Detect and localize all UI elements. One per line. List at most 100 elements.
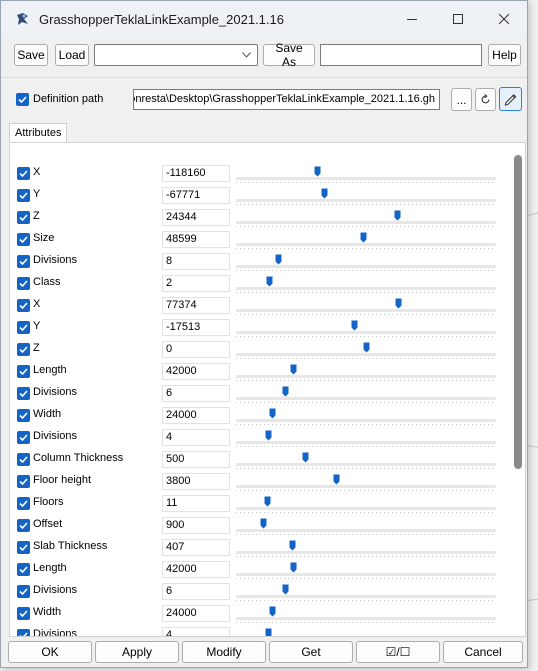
modify-button[interactable]: Modify <box>182 641 266 663</box>
attribute-value-input[interactable]: 900 <box>162 517 230 534</box>
slider-thumb[interactable] <box>282 386 289 397</box>
attribute-checkbox[interactable] <box>17 167 30 180</box>
attribute-checkbox[interactable] <box>17 453 30 466</box>
slider-thumb[interactable] <box>351 320 358 331</box>
attribute-slider[interactable] <box>236 603 496 625</box>
slider-thumb[interactable] <box>289 540 296 551</box>
save-as-button[interactable]: Save As <box>263 41 315 69</box>
attribute-value-input[interactable]: 24344 <box>162 209 230 226</box>
attribute-checkbox[interactable] <box>17 431 30 444</box>
reload-button[interactable] <box>475 88 496 111</box>
attribute-value-input[interactable]: 4 <box>162 429 230 446</box>
attribute-value-input[interactable]: 42000 <box>162 363 230 380</box>
slider-thumb[interactable] <box>290 364 297 375</box>
get-button[interactable]: Get <box>269 641 353 663</box>
slider-thumb[interactable] <box>360 232 367 243</box>
apply-button[interactable]: Apply <box>95 641 179 663</box>
slider-thumb[interactable] <box>395 298 402 309</box>
attribute-value-input[interactable]: 42000 <box>162 561 230 578</box>
attribute-value-input[interactable]: 407 <box>162 539 230 556</box>
attribute-slider[interactable] <box>236 361 496 383</box>
maximize-button[interactable] <box>435 1 481 37</box>
attribute-slider[interactable] <box>236 295 496 317</box>
attribute-value-input[interactable]: 77374 <box>162 297 230 314</box>
attribute-checkbox[interactable] <box>17 497 30 510</box>
title-bar[interactable]: GrasshopperTeklaLinkExample_2021.1.16 <box>1 1 527 37</box>
attribute-slider[interactable] <box>236 273 496 295</box>
save-as-name-input[interactable] <box>320 44 482 66</box>
attribute-slider[interactable] <box>236 251 496 273</box>
slider-thumb[interactable] <box>269 606 276 617</box>
attribute-value-input[interactable]: 48599 <box>162 231 230 248</box>
attribute-slider[interactable] <box>236 625 496 637</box>
attribute-checkbox[interactable] <box>17 409 30 422</box>
slider-thumb[interactable] <box>269 408 276 419</box>
attribute-slider[interactable] <box>236 207 496 229</box>
save-button[interactable]: Save <box>14 44 48 66</box>
close-button[interactable] <box>481 1 527 37</box>
attribute-checkbox[interactable] <box>17 519 30 532</box>
attribute-checkbox[interactable] <box>17 255 30 268</box>
attribute-value-input[interactable]: 8 <box>162 253 230 270</box>
vertical-scrollbar[interactable] <box>514 155 522 469</box>
attribute-value-input[interactable]: 11 <box>162 495 230 512</box>
attribute-slider[interactable] <box>236 185 496 207</box>
help-button[interactable]: Help <box>488 44 521 66</box>
attribute-slider[interactable] <box>236 163 496 185</box>
attribute-checkbox[interactable] <box>17 189 30 202</box>
cancel-button[interactable]: Cancel <box>443 641 523 663</box>
attribute-slider[interactable] <box>236 581 496 603</box>
attribute-value-input[interactable]: -17513 <box>162 319 230 336</box>
attribute-checkbox[interactable] <box>17 585 30 598</box>
attribute-value-input[interactable]: 3800 <box>162 473 230 490</box>
slider-thumb[interactable] <box>314 166 321 177</box>
attribute-checkbox[interactable] <box>17 343 30 356</box>
attribute-checkbox[interactable] <box>17 211 30 224</box>
slider-thumb[interactable] <box>302 452 309 463</box>
tab-attributes[interactable]: Attributes <box>9 123 68 142</box>
attribute-checkbox[interactable] <box>17 475 30 488</box>
attribute-value-input[interactable]: 6 <box>162 583 230 600</box>
attribute-value-input[interactable]: 24000 <box>162 407 230 424</box>
slider-thumb[interactable] <box>394 210 401 221</box>
attribute-value-input[interactable]: 4 <box>162 627 230 636</box>
attribute-value-input[interactable]: -67771 <box>162 187 230 204</box>
attribute-slider[interactable] <box>236 493 496 515</box>
load-button[interactable]: Load <box>55 44 89 66</box>
browse-button[interactable]: ... <box>451 88 472 111</box>
attribute-slider[interactable] <box>236 229 496 251</box>
attribute-checkbox[interactable] <box>17 563 30 576</box>
slider-thumb[interactable] <box>282 584 289 595</box>
attribute-checkbox[interactable] <box>17 321 30 334</box>
attribute-value-input[interactable]: -118160 <box>162 165 230 182</box>
attribute-checkbox[interactable] <box>17 365 30 378</box>
attribute-checkbox[interactable] <box>17 299 30 312</box>
definition-path-checkbox[interactable] <box>16 93 29 106</box>
attribute-checkbox[interactable] <box>17 233 30 246</box>
definition-path-input[interactable]: Conresta\Desktop\GrasshopperTeklaLinkExa… <box>133 89 440 110</box>
attribute-slider[interactable] <box>236 317 496 339</box>
attribute-slider[interactable] <box>236 405 496 427</box>
ok-button[interactable]: OK <box>8 641 92 663</box>
attribute-slider[interactable] <box>236 515 496 537</box>
slider-thumb[interactable] <box>363 342 370 353</box>
slider-thumb[interactable] <box>265 430 272 441</box>
slider-thumb[interactable] <box>260 518 267 529</box>
attribute-checkbox[interactable] <box>17 277 30 290</box>
attribute-value-input[interactable]: 6 <box>162 385 230 402</box>
attribute-checkbox[interactable] <box>17 541 30 554</box>
slider-thumb[interactable] <box>266 276 273 287</box>
attribute-slider[interactable] <box>236 383 496 405</box>
slider-thumb[interactable] <box>290 562 297 573</box>
attribute-value-input[interactable]: 0 <box>162 341 230 358</box>
attribute-value-input[interactable]: 2 <box>162 275 230 292</box>
slider-thumb[interactable] <box>264 496 271 507</box>
slider-thumb[interactable] <box>333 474 340 485</box>
edit-definition-button[interactable] <box>499 87 522 111</box>
attribute-slider[interactable] <box>236 471 496 493</box>
attribute-checkbox[interactable] <box>17 607 30 620</box>
attribute-slider[interactable] <box>236 339 496 361</box>
slider-thumb[interactable] <box>265 628 272 637</box>
attribute-file-select[interactable] <box>94 44 258 66</box>
attribute-value-input[interactable]: 500 <box>162 451 230 468</box>
